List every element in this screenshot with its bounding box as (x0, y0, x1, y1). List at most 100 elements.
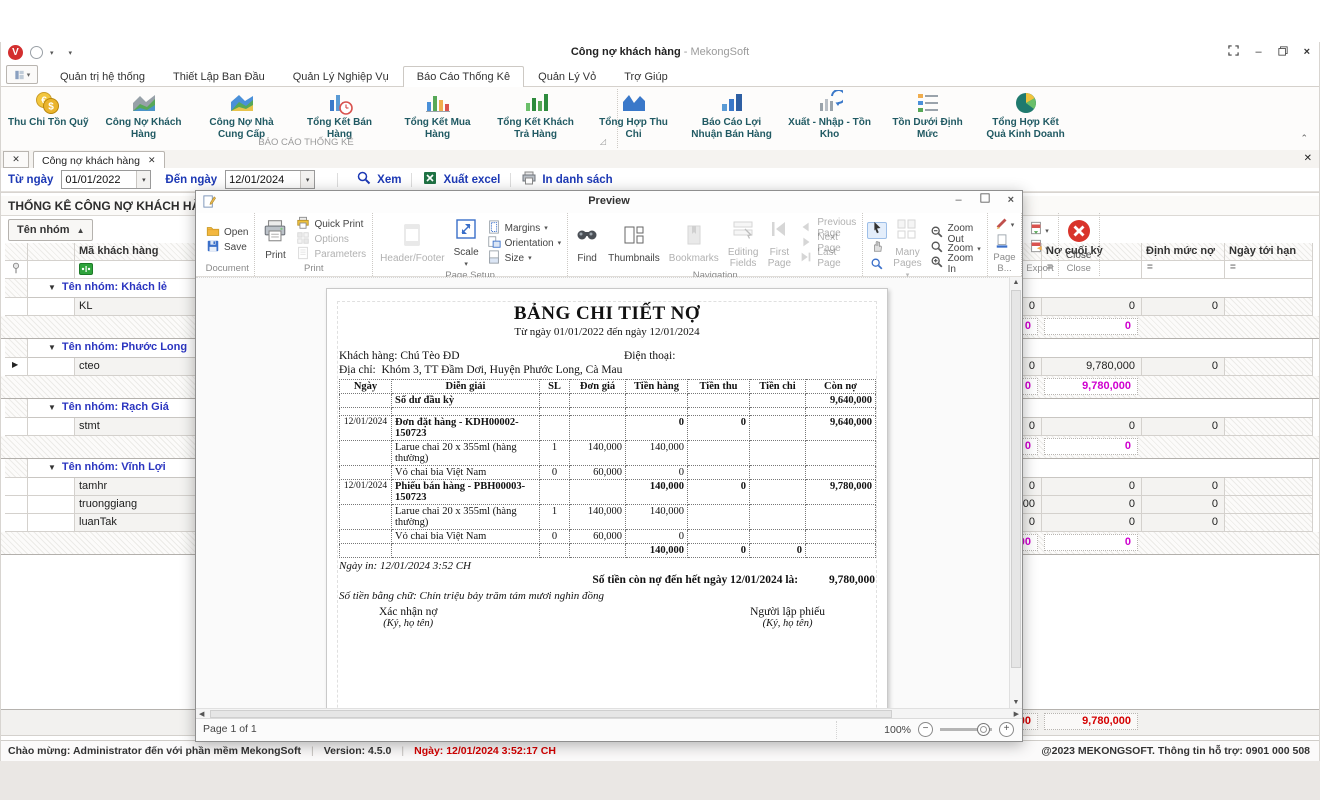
tab-close-icon[interactable]: ✕ (148, 155, 156, 166)
find-button[interactable]: Find (572, 222, 602, 265)
filter-bar: Từ ngày ▾ Đến ngày ▾ XemXuất excelIn dan… (0, 168, 1320, 192)
tab-cong-no-khach-hang[interactable]: Công nợ khách hàng ✕ (33, 151, 165, 169)
filter-operator-icon[interactable]: = (1142, 261, 1225, 279)
doc-col-đơn-giá: Đơn giá (570, 380, 626, 394)
dialog-titlebar[interactable]: Preview – × (196, 191, 1022, 214)
preview-vertical-scrollbar[interactable]: ▲ ▼ (1009, 277, 1022, 708)
save-button[interactable]: Save (204, 240, 250, 254)
ribbon-item-line-blue[interactable]: Tổng Hợp Thu Chi (585, 88, 683, 141)
orientation-button[interactable]: Orientation▾ (485, 236, 563, 250)
filter-operator-icon[interactable]: = (1225, 261, 1313, 279)
ribbon-item-area-green[interactable]: Công Nợ Nhà Cung Cấp (193, 88, 291, 141)
doc-subtitle: Từ ngày 01/01/2022 đến ngày 12/01/2024 (339, 326, 875, 338)
to-date-input[interactable] (226, 174, 300, 186)
zoom-in-button[interactable]: + (999, 722, 1014, 737)
ribbon-tab-trợ-giúp[interactable]: Trợ Giúp (610, 66, 681, 86)
quick-print-button[interactable]: Quick Print (294, 218, 368, 232)
magnifier-tool-button[interactable] (867, 258, 887, 275)
close-button[interactable]: Close (1063, 217, 1095, 262)
hand-tool-button[interactable] (867, 240, 887, 257)
parameters-button[interactable]: Parameters (294, 248, 368, 262)
search-button[interactable]: Xem (346, 170, 411, 189)
size-button[interactable]: Size▾ (485, 251, 563, 265)
fullscreen-icon[interactable] (1228, 45, 1239, 59)
bookmarks-button[interactable]: Bookmarks (666, 222, 722, 265)
from-date-label: Từ ngày (8, 174, 53, 186)
ribbon-tab-thiết-lập-ban-đầu[interactable]: Thiết Lập Ban Đầu (159, 66, 279, 86)
scrollbar-thumb[interactable] (1011, 290, 1021, 668)
scroll-down-icon[interactable]: ▼ (1010, 699, 1022, 706)
chevron-down-icon[interactable]: ▾ (136, 171, 150, 188)
dialog-maximize-icon[interactable] (980, 193, 990, 206)
scroll-right-icon[interactable]: ▶ (1014, 710, 1019, 718)
scrollbar-thumb[interactable] (210, 710, 892, 718)
header-footer-button[interactable]: Header/Footer (377, 222, 447, 265)
dialog-close-icon[interactable]: × (1008, 194, 1014, 206)
group-by-chip[interactable]: Tên nhóm ▲ (8, 219, 93, 241)
zoom-out-button[interactable]: Zoom Out (928, 227, 983, 241)
restore-icon[interactable] (1278, 46, 1288, 59)
ribbon-tab-quản-lý-vỏ[interactable]: Quản Lý Vỏ (524, 66, 610, 86)
pointer-tool-button[interactable] (867, 222, 887, 239)
summary-cell-no-cuoi-ky: 0 (1044, 534, 1138, 551)
export-document-button[interactable]: ▾ (1026, 222, 1052, 239)
margins-button[interactable]: Margins▾ (485, 221, 563, 235)
to-date-field[interactable]: ▾ (225, 170, 315, 189)
open-button[interactable]: Open (204, 225, 250, 239)
ribbon-item-bars-refresh[interactable]: Xuất - Nhập - Tồn Kho (781, 88, 879, 141)
scroll-left-icon[interactable]: ◀ (199, 710, 204, 718)
zoom-slider[interactable] (940, 728, 992, 731)
print-small-button[interactable]: In danh sách (511, 170, 622, 189)
watermark-button[interactable]: ▾ (992, 217, 1018, 234)
scale-button[interactable]: Scale ▾ (451, 216, 482, 270)
ribbon-tab-quản-trị-hệ-thống[interactable]: Quản trị hệ thống (46, 66, 159, 86)
many-pages-button[interactable]: Many Pages ▾ (890, 216, 924, 281)
ribbon-item-area-gray[interactable]: Công Nợ Khách Hàng (95, 88, 193, 141)
ribbon-item-bars-blue[interactable]: Báo Cáo Lợi Nhuận Bán Hàng (683, 88, 781, 141)
ribbon-item-coins[interactable]: €$Thu Chi Tồn Quỹ (2, 88, 95, 130)
ribbon-item-list-colored[interactable]: Tồn Dưới Định Mức (879, 88, 977, 141)
export-doc-icon (1029, 221, 1043, 240)
scroll-up-icon[interactable]: ▲ (1010, 279, 1022, 286)
tabstrip-close-icon[interactable]: ✕ (1304, 153, 1312, 164)
close-icon[interactable]: × (1304, 46, 1310, 58)
thumbnails-button[interactable]: Thumbnails (605, 222, 663, 265)
zoom-in-button[interactable]: Zoom In (928, 257, 983, 271)
line-blue-icon (621, 89, 647, 116)
summary-cell-no-cuoi-ky: 9,780,000 (1044, 378, 1138, 395)
ribbon-item-pie[interactable]: Tổng Hợp Kết Quả Kinh Doanh (977, 88, 1075, 141)
page-color-button[interactable] (992, 235, 1018, 252)
from-date-input[interactable] (62, 174, 136, 186)
find-icon (575, 223, 599, 252)
chevron-down-icon[interactable]: ▾ (300, 171, 314, 188)
ribbon-item-bars-green[interactable]: Tổng Kết Khách Trả Hàng (487, 88, 585, 141)
ribbon-tab-quản-lý-nghiệp-vụ[interactable]: Quản Lý Nghiệp Vụ (279, 66, 403, 86)
print-button[interactable]: Print (259, 217, 291, 262)
dialog-minimize-icon[interactable]: – (955, 194, 961, 206)
options-button[interactable]: Options (294, 233, 368, 247)
first-page-button[interactable]: First Page (764, 216, 794, 270)
ribbon-collapse-icon[interactable]: ⌃ (1300, 133, 1308, 144)
ribbon-separator (617, 89, 618, 148)
last-page-button[interactable]: Last Page (797, 251, 858, 265)
zoom-slider-thumb[interactable] (977, 723, 990, 736)
save-icon (206, 239, 220, 256)
ribbon-tab-báo-cáo-thống-kê[interactable]: Báo Cáo Thống Kê (403, 66, 524, 87)
minimize-icon[interactable]: – (1255, 46, 1261, 58)
editing-fields-button[interactable]: Editing Fields (725, 216, 762, 270)
application-menu-button[interactable]: ▾ (6, 65, 38, 84)
doc-title: BẢNG CHI TIẾT NỢ (339, 303, 875, 325)
group-dialog-launcher-icon[interactable]: ◿ (600, 137, 606, 146)
from-date-field[interactable]: ▾ (61, 170, 151, 189)
send-document-button[interactable]: ▾ (1026, 240, 1052, 257)
cell-ngay-toi-han (1225, 298, 1313, 316)
preview-canvas: BẢNG CHI TIẾT NỢ Từ ngày 01/01/2022 đến … (196, 277, 1022, 708)
ribbon-item-bars-multi[interactable]: Tổng Kết Mua Hàng (389, 88, 487, 141)
preview-dialog: Preview – × OpenSaveDocumentPrintQuick P… (195, 190, 1023, 742)
close-tab-button[interactable]: ✕ (3, 151, 29, 168)
ribbon-item-bars-clock[interactable]: Tổng Kết Bán Hàng (291, 88, 389, 141)
excel-button[interactable]: Xuất excel (412, 170, 510, 189)
bars-clock-icon (327, 89, 353, 116)
zoom-out-button[interactable]: − (918, 722, 933, 737)
doc-address-line: Địa chỉ: Khóm 3, TT Đầm Dơi, Huyện Phước… (339, 364, 875, 376)
